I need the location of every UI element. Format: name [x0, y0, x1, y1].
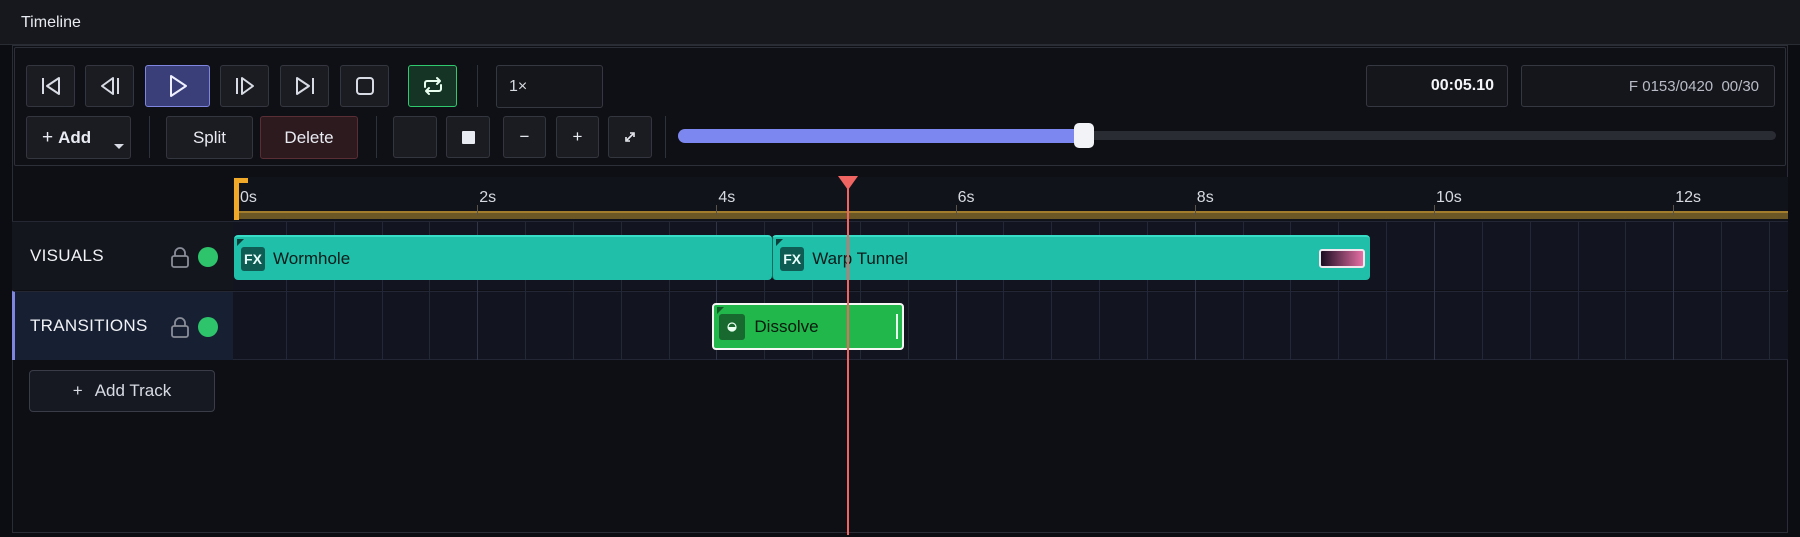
lock-icon[interactable] — [170, 246, 190, 268]
clip-label: Wormhole — [273, 248, 351, 268]
zoom-slider-fill — [678, 129, 1085, 143]
playback-speed-select[interactable]: 1× — [496, 65, 603, 108]
zoom-out-button[interactable]: − — [503, 116, 546, 158]
title-bar: Timeline — [0, 0, 1800, 45]
add-track-button[interactable]: + Add Track — [29, 370, 215, 412]
grid-line — [1721, 222, 1723, 360]
lock-icon[interactable] — [170, 316, 190, 338]
grid-line — [1434, 222, 1435, 360]
ruler-tick-label: 4s — [718, 189, 736, 206]
timecode-value: 00:05.10 — [1430, 77, 1494, 94]
add-track-label: Add Track — [94, 381, 172, 400]
track-enabled-indicator[interactable] — [198, 247, 218, 267]
clip-warp-tunnel[interactable]: FX Warp Tunnel — [772, 235, 1371, 280]
skip-to-start-button[interactable] — [26, 65, 75, 107]
ruler-tick-label: 12s — [1675, 189, 1701, 206]
split-button[interactable]: Split — [166, 116, 253, 159]
grid-line — [1673, 222, 1675, 360]
skip-to-end-button[interactable] — [280, 65, 329, 107]
divider — [376, 116, 377, 158]
clip-dissolve[interactable]: Dissolve — [712, 303, 904, 350]
zoom-in-button[interactable]: + — [556, 116, 599, 158]
play-button[interactable] — [145, 65, 210, 107]
track-enabled-indicator[interactable] — [198, 317, 218, 337]
step-forward-button[interactable] — [220, 65, 269, 107]
stop-icon — [355, 77, 374, 95]
plus-icon: + — [42, 126, 54, 148]
step-forward-icon — [235, 77, 254, 95]
delete-button[interactable]: Delete — [260, 116, 358, 159]
grid-line — [1625, 222, 1627, 360]
step-back-icon — [100, 77, 119, 95]
grid-line — [1481, 222, 1483, 360]
clip-corner-marker — [717, 307, 725, 314]
select-tool-button[interactable] — [446, 116, 490, 158]
window-title: Timeline — [21, 14, 81, 31]
plus-icon: + — [72, 381, 83, 400]
loop-toggle[interactable] — [408, 65, 457, 107]
ruler-tick-label: 8s — [1196, 189, 1214, 206]
clip-label: Dissolve — [754, 316, 819, 336]
add-button[interactable]: + Add — [26, 116, 131, 159]
grid-line — [1768, 222, 1770, 360]
ruler-tick-mark — [955, 205, 957, 215]
transition-icon — [727, 321, 737, 332]
add-button-label: Add — [58, 127, 92, 147]
zoom-slider-thumb[interactable] — [1074, 123, 1095, 148]
zoom-fit-button[interactable] — [608, 116, 652, 158]
playhead-handle[interactable] — [837, 176, 858, 190]
stop-button[interactable] — [340, 65, 389, 107]
ruler-tick-label: 2s — [479, 189, 497, 206]
snap-toggle[interactable] — [393, 116, 437, 158]
color-gradient-swatch[interactable] — [1319, 249, 1366, 268]
ruler-tick-mark — [716, 205, 718, 215]
divider — [665, 116, 666, 158]
ruler-tick-mark — [1673, 205, 1675, 215]
divider — [149, 116, 150, 158]
plus-icon: + — [572, 127, 583, 146]
clip-label: Warp Tunnel — [812, 248, 908, 268]
clip-wormhole[interactable]: FX Wormhole — [234, 235, 773, 280]
ruler-tick-mark — [477, 205, 479, 215]
split-button-label: Split — [192, 127, 227, 147]
play-icon — [169, 75, 187, 97]
fx-badge: FX — [780, 246, 805, 271]
divider — [477, 65, 478, 107]
track-name: VISUALS — [30, 246, 104, 265]
skip-to-start-icon — [41, 77, 60, 95]
work-area-band[interactable] — [238, 211, 1788, 219]
ruler-tick-mark — [1194, 205, 1196, 215]
frame-counter: F 0153/0420 00/30 — [1521, 65, 1775, 107]
trim-handle[interactable] — [895, 314, 898, 339]
track-header-visuals[interactable]: VISUALS — [12, 221, 233, 290]
grid-line — [1529, 222, 1531, 360]
timecode-display: 00:05.10 — [1366, 65, 1508, 107]
track-header-transitions[interactable]: TRANSITIONS — [12, 291, 233, 360]
loop-icon — [423, 77, 442, 95]
skip-to-end-icon — [295, 77, 314, 95]
playhead-line[interactable] — [846, 186, 849, 535]
frame-counter-value: F 0153/0420 00/30 — [1628, 77, 1759, 95]
ruler-tick-label: 10s — [1436, 189, 1462, 206]
ruler-tick-mark — [1434, 205, 1435, 215]
ruler-tick-label: 6s — [957, 189, 975, 206]
clip-corner-marker — [237, 239, 244, 246]
chevron-down-icon — [114, 144, 124, 149]
track-name: TRANSITIONS — [30, 316, 148, 335]
fx-badge: FX — [241, 246, 265, 271]
playback-speed-value: 1× — [509, 77, 528, 95]
clip-corner-marker — [776, 239, 784, 246]
in-point-marker[interactable] — [234, 178, 248, 220]
step-back-button[interactable] — [85, 65, 134, 107]
delete-button-label: Delete — [284, 127, 334, 147]
square-icon — [461, 130, 475, 144]
grid-line — [1386, 222, 1388, 360]
grid-line — [1577, 222, 1579, 360]
expand-icon — [625, 132, 635, 142]
track-lane-transitions[interactable] — [233, 291, 1788, 360]
minus-icon: − — [519, 127, 530, 146]
transition-badge — [719, 313, 746, 340]
